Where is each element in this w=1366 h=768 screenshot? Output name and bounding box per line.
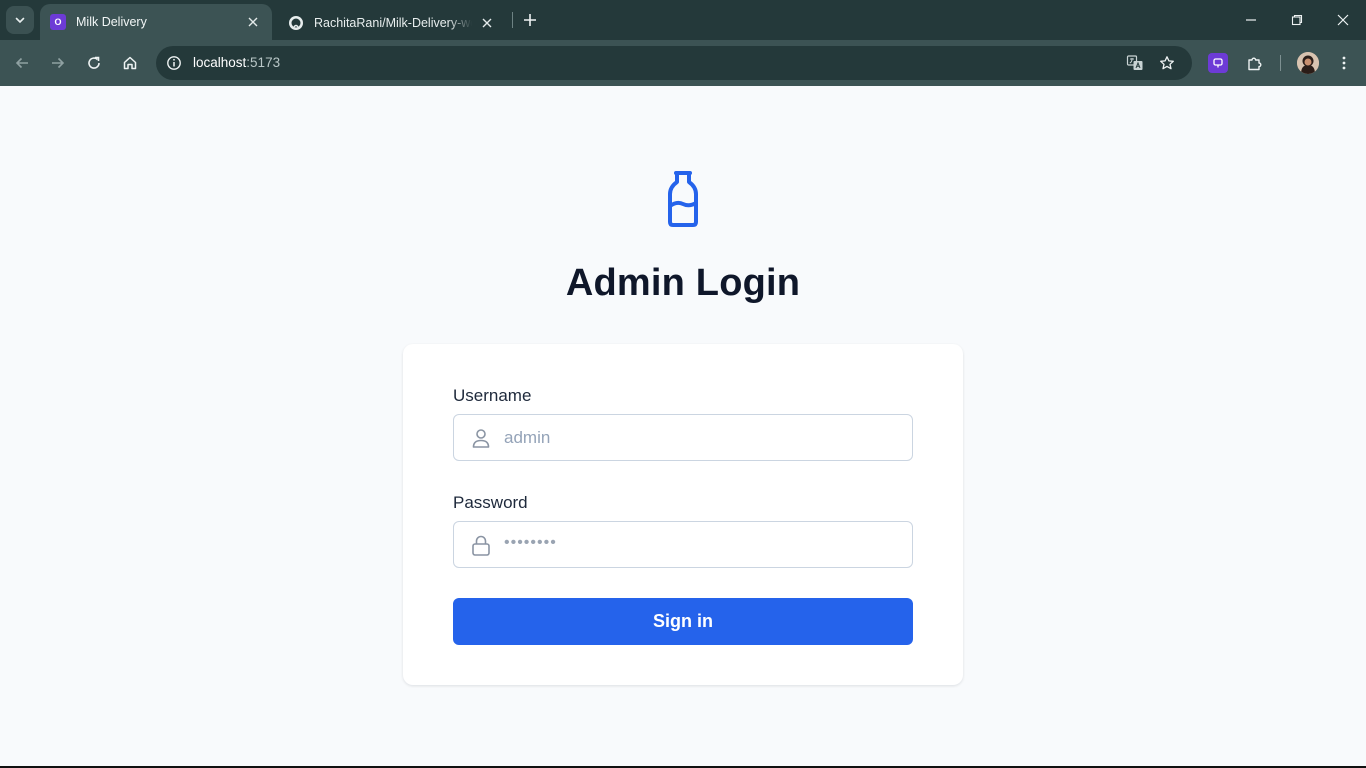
reload-icon: [88, 56, 100, 69]
close-icon: [1337, 14, 1349, 26]
star-icon: [1160, 56, 1174, 70]
tab-milk-delivery[interactable]: O Milk Delivery: [40, 4, 272, 40]
close-window-button[interactable]: [1320, 0, 1366, 40]
milk-bottle-icon: [668, 171, 698, 227]
username-placeholder: admin: [504, 428, 551, 447]
extension-button[interactable]: [1208, 53, 1228, 73]
tab-strip: O Milk Delivery RachitaRani/Milk-Deliver…: [0, 0, 1366, 40]
url-port: :5173: [246, 55, 281, 70]
tab-title: Milk Delivery: [76, 15, 147, 29]
password-placeholder: ••••••••: [504, 534, 557, 551]
home-button[interactable]: [116, 49, 144, 77]
tab-divider: [512, 12, 513, 28]
translate-icon: [1126, 55, 1143, 70]
close-icon: [482, 18, 492, 28]
username-field[interactable]: admin: [453, 414, 913, 461]
translate-button[interactable]: [1123, 51, 1147, 75]
arrow-right-icon: [52, 57, 65, 69]
profile-avatar[interactable]: [1297, 52, 1319, 74]
puzzle-icon: [1248, 57, 1262, 71]
avatar-icon: [1297, 52, 1319, 74]
close-tab-button[interactable]: [244, 13, 262, 31]
minimize-icon: [1246, 19, 1256, 21]
close-icon: [248, 17, 258, 27]
forward-button[interactable]: [44, 49, 72, 77]
address-bar[interactable]: localhost:5173: [156, 46, 1192, 80]
close-tab-button[interactable]: [478, 14, 496, 32]
arrow-left-icon: [15, 57, 28, 69]
lock-icon: [472, 535, 490, 556]
minimize-button[interactable]: [1228, 0, 1274, 40]
home-icon: [123, 56, 137, 70]
app-favicon-icon: O: [50, 14, 66, 30]
restore-icon: [1291, 14, 1303, 26]
back-button[interactable]: [8, 49, 36, 77]
sign-in-button[interactable]: Sign in: [453, 598, 913, 645]
tab-github-repo[interactable]: RachitaRani/Milk-Delivery-web: [278, 6, 506, 40]
more-vertical-icon: [1342, 56, 1346, 70]
site-info-button[interactable]: [162, 51, 186, 75]
password-label: Password: [453, 493, 528, 512]
password-field[interactable]: ••••••••: [453, 521, 913, 568]
plus-icon: [524, 14, 536, 26]
new-tab-button[interactable]: [520, 10, 540, 30]
browser-toolbar: localhost:5173: [0, 40, 1366, 86]
page-title: Admin Login: [565, 262, 801, 304]
bookmark-button[interactable]: [1155, 51, 1179, 75]
login-card: Username admin Password •••••••• Sign in: [403, 344, 963, 685]
chevron-down-icon: [15, 17, 25, 24]
url-host: localhost: [193, 55, 247, 70]
browser-menu-button[interactable]: [1330, 49, 1358, 77]
info-icon: [167, 56, 181, 70]
url-text: localhost:5173: [193, 55, 280, 70]
toolbar-divider: [1280, 55, 1281, 71]
github-favicon-icon: [288, 15, 304, 31]
tab-search-button[interactable]: [6, 6, 34, 34]
page-content: Admin Login Username admin Password ••••…: [0, 86, 1366, 766]
extension-logo-icon: [1213, 58, 1223, 68]
restore-button[interactable]: [1274, 0, 1320, 40]
user-icon: [472, 429, 490, 448]
tab-title: RachitaRani/Milk-Delivery-web: [314, 16, 472, 30]
username-label: Username: [453, 386, 532, 405]
extensions-menu-button[interactable]: [1241, 49, 1269, 77]
reload-button[interactable]: [80, 49, 108, 77]
